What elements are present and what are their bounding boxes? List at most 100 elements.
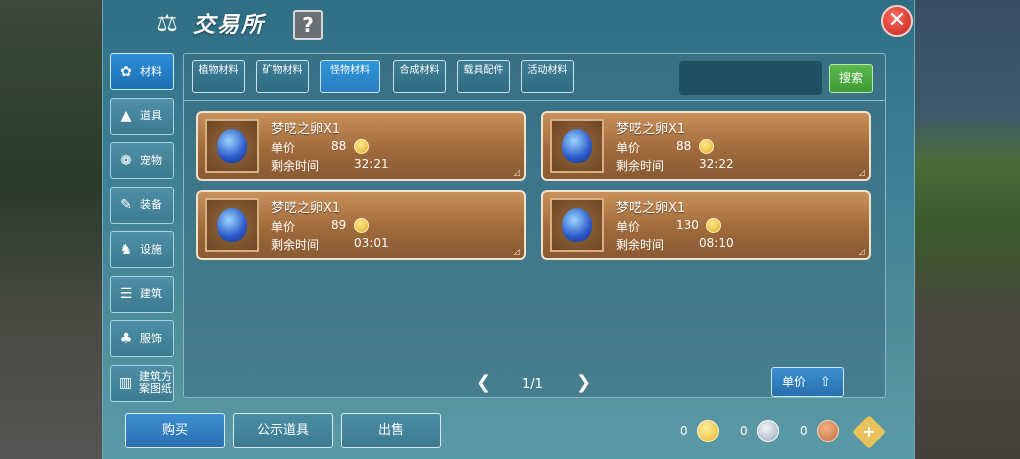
gold-coin-icon bbox=[354, 139, 369, 154]
side-tabs: ✿ 材料 ▲ 道具 ❁ 宠物 ✎ 装备 ♞ 设施 ☰ 建筑 ♣ 服饰 ▥ 建筑方 bbox=[110, 53, 175, 409]
materials-icon: ✿ bbox=[120, 63, 132, 80]
time-value: 08:10 bbox=[699, 236, 734, 250]
prev-page-button[interactable]: ❮ bbox=[476, 372, 491, 393]
listing-card[interactable]: 梦呓之卵X1 单价 88 剩余时间 32:22 ◿ bbox=[541, 111, 871, 181]
clothing-icon: ♣ bbox=[119, 330, 133, 347]
silver-amount: 0 bbox=[740, 424, 748, 438]
side-tab-materials[interactable]: ✿ 材料 bbox=[110, 53, 174, 90]
dream-egg-icon bbox=[217, 208, 247, 242]
item-name: 梦呓之卵X1 bbox=[616, 201, 686, 216]
search-button[interactable]: 搜索 bbox=[829, 64, 873, 93]
listing-area: 植物材料 矿物材料 怪物材料 合成材料 载具配件 活动材料 搜索 梦呓之卵X1 … bbox=[183, 53, 886, 398]
corner-mark-icon: ◿ bbox=[858, 247, 865, 256]
tab-monster-materials[interactable]: 怪物材料 bbox=[320, 60, 380, 93]
side-tab-label: 建筑 bbox=[140, 287, 162, 300]
price-label: 单价 bbox=[616, 141, 641, 155]
add-currency-button[interactable]: + bbox=[852, 415, 886, 449]
sort-label: 单价 bbox=[782, 375, 807, 389]
dream-egg-icon bbox=[562, 129, 592, 163]
item-name: 梦呓之卵X1 bbox=[271, 201, 341, 216]
time-value: 32:22 bbox=[699, 157, 734, 171]
scale-icon: ⚖ bbox=[156, 9, 178, 37]
corner-mark-icon: ◿ bbox=[513, 247, 520, 256]
public-items-button[interactable]: 公示道具 bbox=[233, 413, 333, 448]
side-tab-label: 道具 bbox=[140, 109, 162, 122]
side-tab-label: 材料 bbox=[140, 64, 162, 78]
gold-coin-icon bbox=[706, 218, 721, 233]
side-tab-items[interactable]: ▲ 道具 bbox=[110, 97, 174, 135]
time-label: 剩余时间 bbox=[616, 159, 665, 173]
page-title: 交易所 bbox=[193, 13, 266, 38]
time-label: 剩余时间 bbox=[271, 159, 320, 173]
side-tab-pets[interactable]: ❁ 宠物 bbox=[110, 142, 174, 179]
plus-icon: + bbox=[862, 422, 876, 441]
facility-icon: ♞ bbox=[119, 241, 133, 258]
gold-coin-icon bbox=[354, 218, 369, 233]
item-thumbnail bbox=[205, 198, 259, 252]
search-input[interactable] bbox=[679, 61, 822, 95]
building-icon: ☰ bbox=[119, 286, 133, 302]
side-tab-facilities[interactable]: ♞ 设施 bbox=[110, 231, 174, 268]
item-thumbnail bbox=[550, 198, 604, 252]
background-left bbox=[0, 0, 102, 459]
pet-icon: ❁ bbox=[120, 152, 132, 169]
silver-coin-icon bbox=[757, 420, 779, 442]
side-tab-buildings[interactable]: ☰ 建筑 bbox=[110, 275, 174, 313]
tab-plant-materials[interactable]: 植物材料 bbox=[192, 60, 245, 93]
listing-card[interactable]: 梦呓之卵X1 单价 88 剩余时间 32:21 ◿ bbox=[196, 111, 526, 181]
background-right bbox=[915, 0, 1020, 459]
sort-arrow-icon: ⇧ bbox=[819, 375, 831, 390]
item-name: 梦呓之卵X1 bbox=[616, 122, 686, 137]
divider bbox=[184, 100, 885, 101]
side-tab-equipment[interactable]: ✎ 装备 bbox=[110, 186, 174, 224]
buy-button[interactable]: 购买 bbox=[125, 413, 225, 448]
time-label: 剩余时间 bbox=[616, 238, 665, 252]
price-label: 单价 bbox=[616, 220, 641, 234]
dream-egg-icon bbox=[562, 208, 592, 242]
time-value: 03:01 bbox=[354, 236, 389, 250]
item-thumbnail bbox=[550, 119, 604, 173]
tab-vehicle-parts[interactable]: 载具配件 bbox=[457, 60, 510, 93]
side-tab-blueprints[interactable]: ▥ 建筑方案图纸 bbox=[110, 364, 174, 402]
equipment-icon: ✎ bbox=[120, 197, 132, 213]
time-value: 32:21 bbox=[354, 157, 389, 171]
side-tab-label: 设施 bbox=[140, 242, 162, 256]
corner-mark-icon: ◿ bbox=[858, 168, 865, 177]
tab-mineral-materials[interactable]: 矿物材料 bbox=[256, 60, 309, 93]
listing-card[interactable]: 梦呓之卵X1 单价 130 剩余时间 08:10 ◿ bbox=[541, 190, 871, 260]
side-tab-label: 服饰 bbox=[140, 331, 162, 345]
help-button[interactable]: ? bbox=[293, 10, 323, 40]
gold-amount: 0 bbox=[680, 424, 688, 438]
close-button[interactable]: ✕ bbox=[881, 5, 913, 37]
side-tab-clothing[interactable]: ♣ 服饰 bbox=[110, 320, 174, 357]
price-value: 88 bbox=[331, 139, 347, 153]
price-label: 单价 bbox=[271, 141, 296, 155]
blueprint-icon: ▥ bbox=[118, 375, 133, 391]
item-name: 梦呓之卵X1 bbox=[271, 122, 341, 137]
corner-mark-icon: ◿ bbox=[513, 168, 520, 177]
side-tab-label: 装备 bbox=[140, 198, 162, 211]
price-value: 130 bbox=[676, 218, 699, 232]
side-tab-label: 宠物 bbox=[140, 153, 162, 167]
price-value: 88 bbox=[676, 139, 692, 153]
title-bar: ⚖ 交易所 ? ✕ bbox=[103, 0, 914, 50]
copper-amount: 0 bbox=[800, 424, 808, 438]
item-thumbnail bbox=[205, 119, 259, 173]
sort-by-price-button[interactable]: 单价 ⇧ bbox=[771, 367, 844, 397]
item-icon: ▲ bbox=[120, 108, 132, 124]
side-tab-label: 建筑方案图纸 bbox=[139, 370, 172, 395]
exchange-panel: ⚖ 交易所 ? ✕ ✿ 材料 ▲ 道具 ❁ 宠物 ✎ 装备 ♞ 设施 ☰ 建筑 bbox=[102, 0, 915, 459]
price-label: 单价 bbox=[271, 220, 296, 234]
gold-coin-icon bbox=[699, 139, 714, 154]
tab-event-materials[interactable]: 活动材料 bbox=[521, 60, 574, 93]
price-value: 89 bbox=[331, 218, 347, 232]
page-indicator: 1/1 bbox=[522, 377, 543, 392]
copper-coin-icon bbox=[817, 420, 839, 442]
dream-egg-icon bbox=[217, 129, 247, 163]
sell-button[interactable]: 出售 bbox=[341, 413, 441, 448]
tab-crafted-materials[interactable]: 合成材料 bbox=[393, 60, 446, 93]
listing-card[interactable]: 梦呓之卵X1 单价 89 剩余时间 03:01 ◿ bbox=[196, 190, 526, 260]
time-label: 剩余时间 bbox=[271, 238, 320, 252]
gold-coin-icon bbox=[697, 420, 719, 442]
next-page-button[interactable]: ❯ bbox=[576, 372, 591, 393]
